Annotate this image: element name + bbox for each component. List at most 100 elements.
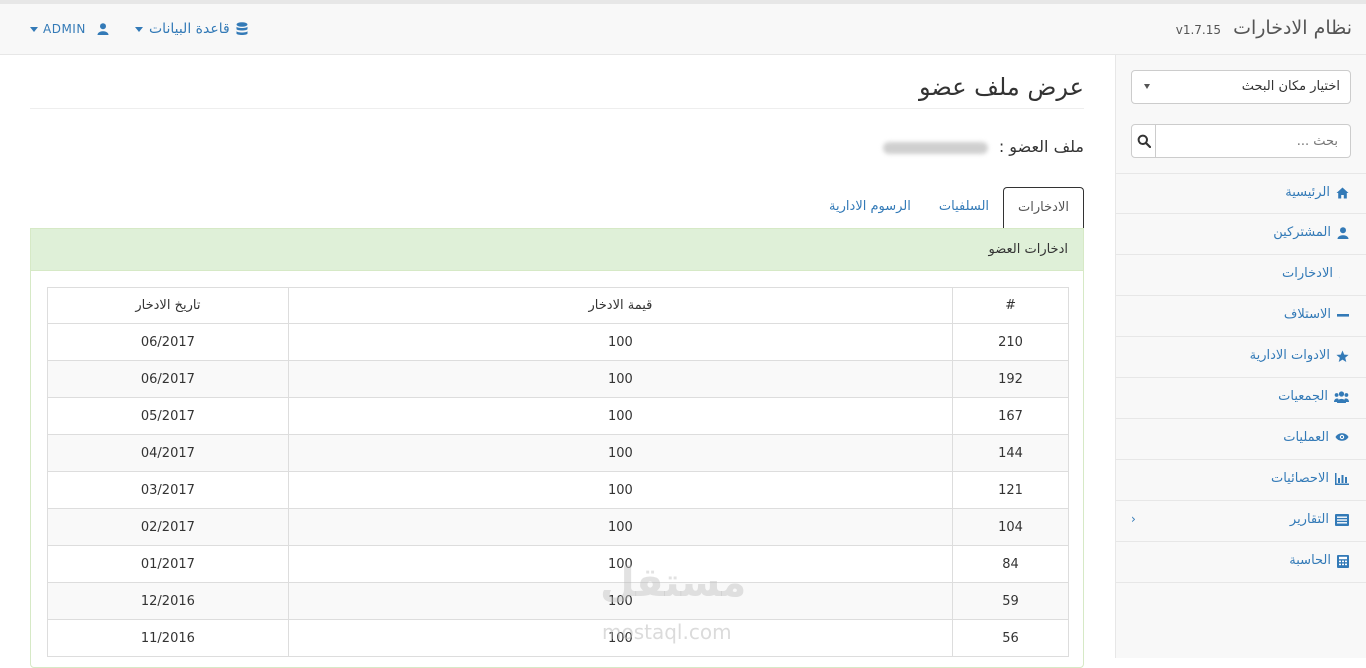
cell-amount: 100 bbox=[287, 434, 954, 472]
sidebar: اختيار مكان البحث الرئيسية المشتركين $ ا… bbox=[1115, 55, 1366, 658]
cell-amount: 100 bbox=[287, 508, 954, 546]
table-row[interactable]: 06/2017 100 210 bbox=[47, 323, 1069, 361]
member-label: ملف العضو : bbox=[998, 137, 1084, 156]
sidebar-item-operations[interactable]: العمليات bbox=[1116, 419, 1366, 460]
sidebar-item-label: الحاسبة bbox=[1289, 553, 1331, 568]
user-menu-label: ADMIN bbox=[43, 22, 86, 36]
table-row[interactable]: 04/2017 100 144 bbox=[47, 434, 1069, 472]
sidebar-item-statistics[interactable]: الاحصائيات bbox=[1116, 460, 1366, 501]
tab-savings[interactable]: الادخارات bbox=[1003, 187, 1084, 228]
search-input[interactable] bbox=[1156, 124, 1351, 158]
sidebar-item-reports[interactable]: التقارير ‹ bbox=[1116, 501, 1366, 542]
tab-admin-fees[interactable]: الرسوم الادارية bbox=[815, 187, 925, 228]
cell-amount: 100 bbox=[287, 360, 954, 398]
table-row[interactable]: 01/2017 100 84 bbox=[47, 545, 1069, 583]
table-row[interactable]: 12/2016 100 59 bbox=[47, 582, 1069, 620]
cell-date: 12/2016 bbox=[47, 582, 289, 620]
savings-table: تاريخ الادخار قيمة الادخار # 06/2017 100 2… bbox=[47, 287, 1069, 657]
table-row[interactable]: 05/2017 100 167 bbox=[47, 397, 1069, 435]
cell-date: 11/2016 bbox=[47, 619, 289, 657]
minus-icon bbox=[1337, 314, 1349, 317]
table-row[interactable]: 06/2017 100 192 bbox=[47, 360, 1069, 398]
sidebar-item-home[interactable]: الرئيسية bbox=[1116, 173, 1366, 214]
sidebar-item-savings[interactable]: $ الادخارات bbox=[1116, 255, 1366, 296]
home-icon bbox=[1336, 187, 1349, 199]
column-header-id: # bbox=[952, 287, 1069, 324]
sidebar-item-label: الادوات الادارية bbox=[1249, 348, 1330, 363]
search-location-select[interactable]: اختيار مكان البحث bbox=[1131, 70, 1351, 104]
user-icon bbox=[97, 23, 109, 35]
sidebar-item-label: الاستلاف bbox=[1283, 307, 1331, 322]
sidebar-item-subscribers[interactable]: المشتركين bbox=[1116, 214, 1366, 255]
watermark-logo: مستقل bbox=[600, 560, 747, 606]
cell-date: 06/2017 bbox=[47, 323, 289, 361]
top-navbar: نظام الادخارات v1.7.15 قاعدة البيانات AD… bbox=[0, 0, 1366, 55]
star-icon bbox=[1336, 350, 1349, 362]
brand[interactable]: نظام الادخارات v1.7.15 bbox=[1176, 17, 1352, 39]
user-icon bbox=[1337, 227, 1349, 239]
sidebar-item-associations[interactable]: الجمعيات bbox=[1116, 378, 1366, 419]
user-menu[interactable]: ADMIN bbox=[30, 22, 109, 36]
sidebar-item-label: الادخارات bbox=[1282, 266, 1333, 281]
cell-date: 03/2017 bbox=[47, 471, 289, 509]
sidebar-item-label: الرئيسية bbox=[1285, 185, 1330, 200]
bar-chart-icon bbox=[1335, 473, 1349, 485]
sidebar-item-label: التقارير bbox=[1289, 512, 1329, 527]
table-row[interactable]: 11/2016 100 56 bbox=[47, 619, 1069, 657]
table-header-row: تاريخ الادخار قيمة الادخار # bbox=[47, 287, 1069, 324]
database-menu[interactable]: قاعدة البيانات bbox=[135, 21, 248, 37]
member-file-line: ملف العضو : bbox=[882, 137, 1084, 156]
cell-date: 04/2017 bbox=[47, 434, 289, 472]
sidebar-item-calculator[interactable]: الحاسبة bbox=[1116, 542, 1366, 583]
cell-id: 56 bbox=[952, 619, 1069, 657]
header-divider bbox=[30, 108, 1084, 109]
cell-date: 01/2017 bbox=[47, 545, 289, 583]
search-icon bbox=[1137, 134, 1151, 148]
savings-panel: ادخارات العضو تاريخ الادخار قيمة الادخار… bbox=[30, 228, 1084, 668]
cell-id: 84 bbox=[952, 545, 1069, 583]
dollar-icon: $ bbox=[1339, 269, 1340, 282]
cell-date: 06/2017 bbox=[47, 360, 289, 398]
tab-loans[interactable]: السلفيات bbox=[925, 187, 1003, 228]
calculator-icon bbox=[1337, 555, 1349, 568]
version-label: v1.7.15 bbox=[1175, 23, 1222, 37]
sidebar-menu: الرئيسية المشتركين $ الادخارات الاستلاف … bbox=[1116, 173, 1366, 583]
table-row[interactable]: 03/2017 100 121 bbox=[47, 471, 1069, 509]
cell-id: 167 bbox=[952, 397, 1069, 435]
cell-id: 210 bbox=[952, 323, 1069, 361]
cell-amount: 100 bbox=[287, 323, 954, 361]
dropdown-arrow-icon bbox=[1144, 84, 1150, 89]
member-name-redacted bbox=[882, 141, 988, 154]
column-header-date: تاريخ الادخار bbox=[47, 287, 289, 324]
cell-id: 121 bbox=[952, 471, 1069, 509]
svg-text:$: $ bbox=[1339, 269, 1340, 282]
tabs: الادخارات السلفيات الرسوم الادارية bbox=[815, 187, 1084, 228]
cell-date: 05/2017 bbox=[47, 397, 289, 435]
column-header-amount: قيمة الادخار bbox=[287, 287, 954, 324]
cell-date: 02/2017 bbox=[47, 508, 289, 546]
eye-icon bbox=[1335, 433, 1349, 441]
sidebar-item-admin-tools[interactable]: الادوات الادارية bbox=[1116, 337, 1366, 378]
sidebar-item-loans[interactable]: الاستلاف bbox=[1116, 296, 1366, 337]
brand-title: نظام الادخارات bbox=[1233, 17, 1352, 39]
search-group bbox=[1131, 124, 1351, 158]
database-menu-label: قاعدة البيانات bbox=[149, 21, 230, 37]
cell-amount: 100 bbox=[287, 397, 954, 435]
cell-amount: 100 bbox=[287, 471, 954, 509]
search-location-label: اختيار مكان البحث bbox=[1241, 79, 1340, 94]
database-icon bbox=[236, 22, 248, 35]
caret-down-icon bbox=[30, 26, 38, 32]
sidebar-item-label: الاحصائيات bbox=[1270, 471, 1329, 486]
search-button[interactable] bbox=[1131, 124, 1156, 158]
table-row[interactable]: 02/2017 100 104 bbox=[47, 508, 1069, 546]
page-title: عرض ملف عضو bbox=[918, 73, 1084, 101]
list-icon bbox=[1335, 514, 1349, 526]
panel-title: ادخارات العضو bbox=[31, 229, 1083, 271]
watermark-url: mostaql.com bbox=[602, 620, 732, 644]
caret-down-icon bbox=[135, 26, 143, 32]
sidebar-item-label: المشتركين bbox=[1273, 225, 1331, 240]
cell-id: 59 bbox=[952, 582, 1069, 620]
sidebar-item-label: الجمعيات bbox=[1278, 389, 1328, 404]
cell-id: 192 bbox=[952, 360, 1069, 398]
chevron-left-icon: ‹ bbox=[1131, 512, 1136, 526]
